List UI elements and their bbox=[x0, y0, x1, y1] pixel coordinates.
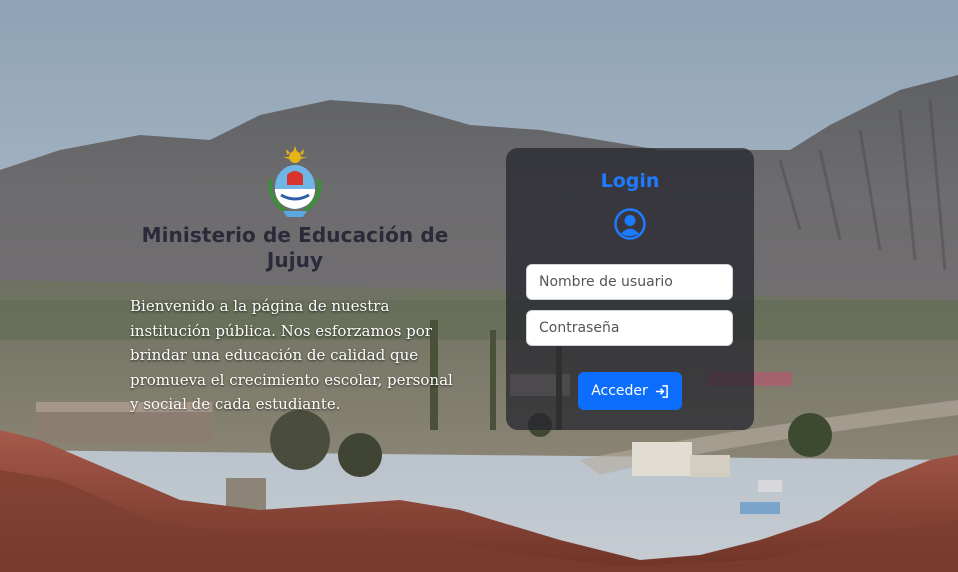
password-input[interactable] bbox=[526, 310, 733, 346]
ministry-title: Ministerio de Educación de Jujuy bbox=[141, 223, 449, 272]
login-title: Login bbox=[600, 170, 660, 192]
login-card: Login Acceder bbox=[506, 148, 754, 430]
coat-of-arms-logo bbox=[268, 146, 322, 217]
login-button-label: Acceder bbox=[591, 383, 648, 399]
username-input[interactable] bbox=[526, 264, 733, 300]
welcome-text: Bienvenido a la página de nuestra instit… bbox=[130, 297, 453, 413]
login-button[interactable]: Acceder bbox=[578, 372, 682, 410]
brand-block: Ministerio de Educación de Jujuy bbox=[130, 145, 460, 273]
user-circle-icon bbox=[614, 208, 646, 240]
background-landscape-image bbox=[0, 0, 958, 572]
login-arrow-icon bbox=[655, 384, 668, 398]
